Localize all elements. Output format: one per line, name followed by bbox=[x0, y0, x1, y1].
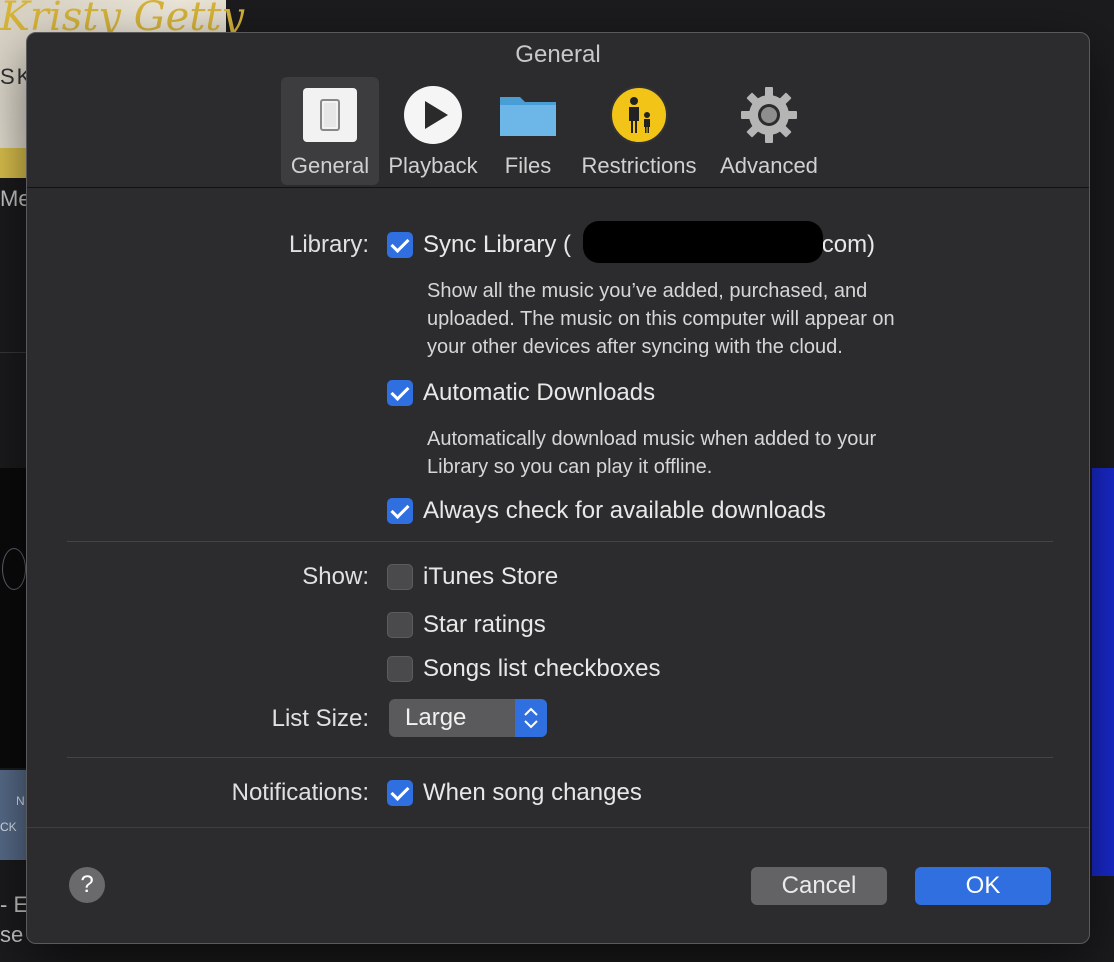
toolbar-separator bbox=[27, 187, 1089, 188]
chevron-up-down-icon bbox=[524, 707, 538, 729]
play-icon bbox=[404, 86, 462, 144]
folder-icon bbox=[500, 97, 556, 136]
tab-label: Restrictions bbox=[581, 153, 697, 178]
background-blue-panel bbox=[1092, 468, 1114, 876]
tab-files[interactable]: Files bbox=[489, 77, 567, 185]
switch-icon bbox=[303, 88, 357, 142]
description-line: uploaded. The music on this computer wil… bbox=[427, 308, 895, 330]
sync-library-text: Sync Library ( bbox=[423, 231, 572, 258]
tab-restrictions[interactable]: Restrictions bbox=[575, 77, 703, 185]
songs-list-checkboxes-label[interactable]: Songs list checkboxes bbox=[423, 655, 660, 683]
section-separator bbox=[67, 757, 1053, 758]
automatic-downloads-description: Automatically download music when added … bbox=[427, 425, 876, 481]
library-label: Library: bbox=[288, 231, 369, 258]
background-text: - E se bbox=[0, 890, 28, 950]
itunes-store-label[interactable]: iTunes Store bbox=[423, 563, 558, 591]
gear-icon bbox=[741, 87, 797, 143]
show-label: Show: bbox=[302, 563, 369, 590]
list-size-stepper[interactable] bbox=[515, 699, 547, 737]
ok-button[interactable]: OK bbox=[915, 867, 1051, 905]
preferences-dialog: General General Playback Files Restricti… bbox=[26, 32, 1090, 944]
list-size-select[interactable]: Large bbox=[389, 699, 547, 737]
album-text: N bbox=[16, 794, 25, 808]
redaction-mark bbox=[583, 221, 823, 263]
automatic-downloads-label[interactable]: Automatic Downloads bbox=[423, 379, 655, 407]
section-separator bbox=[67, 541, 1053, 542]
tab-label: Advanced bbox=[720, 153, 818, 178]
always-check-downloads-checkbox[interactable] bbox=[387, 498, 413, 524]
tab-label: General bbox=[290, 153, 370, 178]
tab-label: Files bbox=[504, 153, 552, 178]
album-text: CK bbox=[0, 820, 17, 834]
tab-general[interactable]: General bbox=[281, 77, 379, 185]
ornament-icon bbox=[2, 548, 26, 590]
sync-library-checkbox[interactable] bbox=[387, 232, 413, 258]
sync-library-description: Show all the music you’ve added, purchas… bbox=[427, 277, 895, 361]
always-check-downloads-label[interactable]: Always check for available downloads bbox=[423, 497, 826, 525]
description-line: Show all the music you’ve added, purchas… bbox=[427, 280, 868, 302]
help-button[interactable]: ? bbox=[69, 867, 105, 903]
list-size-value: Large bbox=[405, 704, 467, 731]
sync-library-domain: .com) bbox=[815, 231, 876, 258]
tab-label: Playback bbox=[388, 153, 478, 178]
footer-separator bbox=[27, 827, 1089, 828]
notifications-label: Notifications: bbox=[231, 779, 369, 806]
description-line: Library so you can play it offline. bbox=[427, 456, 713, 478]
list-size-label: List Size: bbox=[271, 705, 369, 732]
when-song-changes-checkbox[interactable] bbox=[387, 780, 413, 806]
dialog-title: General bbox=[515, 41, 601, 68]
description-line: Automatically download music when added … bbox=[427, 428, 877, 450]
star-ratings-checkbox[interactable] bbox=[387, 612, 413, 638]
star-ratings-label[interactable]: Star ratings bbox=[423, 611, 546, 639]
itunes-store-checkbox[interactable] bbox=[387, 564, 413, 590]
parental-controls-icon bbox=[610, 86, 668, 144]
automatic-downloads-checkbox[interactable] bbox=[387, 380, 413, 406]
tab-advanced[interactable]: Advanced bbox=[713, 77, 825, 185]
description-line: your other devices after syncing with th… bbox=[427, 336, 843, 358]
tab-playback[interactable]: Playback bbox=[383, 77, 483, 185]
when-song-changes-label[interactable]: When song changes bbox=[423, 779, 642, 807]
background-text-line: - E bbox=[0, 892, 29, 917]
songs-list-checkboxes-checkbox[interactable] bbox=[387, 656, 413, 682]
cancel-button[interactable]: Cancel bbox=[751, 867, 887, 905]
background-text-line: se bbox=[0, 922, 24, 947]
